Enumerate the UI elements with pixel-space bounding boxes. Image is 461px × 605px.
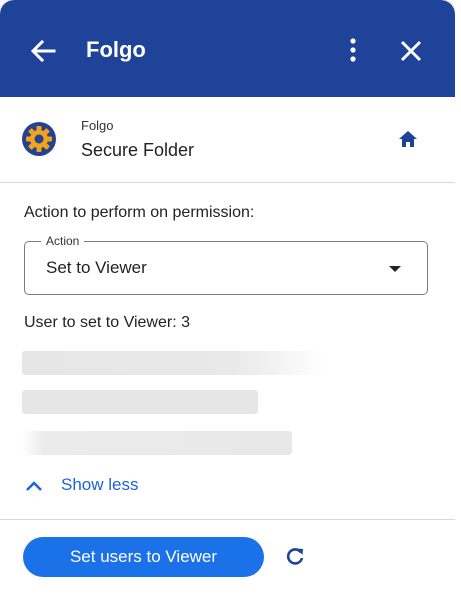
back-button[interactable]	[28, 36, 58, 66]
action-select-legend: Action	[41, 234, 85, 248]
header-title: Folgo	[86, 37, 146, 62]
addon-panel: Folgo Folgo Secure Folder Action to perf…	[0, 0, 455, 605]
window-edge	[455, 0, 461, 605]
footer-divider	[0, 519, 455, 520]
header-bar: Folgo	[0, 0, 455, 97]
more-vert-icon	[350, 38, 356, 62]
set-users-to-viewer-button[interactable]: Set users to Viewer	[23, 537, 264, 577]
dropdown-caret-icon	[389, 266, 401, 272]
action-select-value: Set to Viewer	[46, 258, 147, 277]
home-button[interactable]	[397, 128, 419, 150]
users-count-label: User to set to Viewer: 3	[24, 314, 190, 331]
arrow-left-icon	[30, 39, 56, 63]
action-prompt-label: Action to perform on permission:	[24, 204, 255, 221]
gear-logo-icon	[21, 121, 57, 157]
action-select[interactable]: Action Set to Viewer	[24, 234, 428, 295]
home-icon	[399, 131, 417, 147]
close-icon	[400, 40, 422, 62]
app-context-row: Folgo Secure Folder	[0, 97, 455, 183]
user-placeholder-row	[22, 431, 292, 455]
more-options-button[interactable]	[340, 36, 366, 66]
user-placeholder-row	[22, 351, 326, 375]
app-subtitle: Folgo	[81, 118, 114, 133]
user-placeholder-row	[22, 390, 258, 414]
refresh-button[interactable]	[284, 546, 306, 568]
show-less-label: Show less	[61, 475, 139, 494]
chevron-up-icon	[26, 481, 42, 491]
app-name: Secure Folder	[81, 140, 195, 160]
close-button[interactable]	[396, 36, 426, 66]
refresh-icon	[286, 548, 304, 565]
